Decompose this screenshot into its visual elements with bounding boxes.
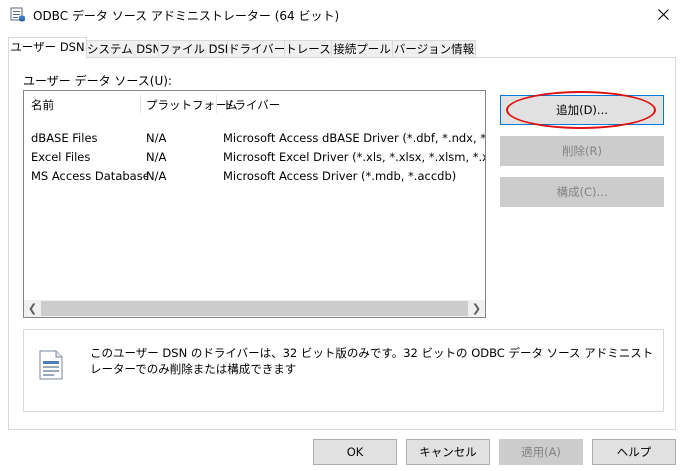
scroll-right-icon[interactable]: ❯ bbox=[468, 300, 485, 317]
database-document-icon bbox=[36, 350, 66, 383]
user-dsn-list[interactable]: 名前 プラットフォーム ドライバー dBASE Files N/A Micros… bbox=[23, 90, 486, 318]
tab-strip: ユーザー DSN システム DSN ファイル DSN ドライバー トレース 接続… bbox=[8, 37, 676, 59]
info-box: このユーザー DSN のドライバーは、32 ビット版のみです。32 ビットの O… bbox=[23, 329, 664, 412]
column-header-name[interactable]: 名前 bbox=[31, 97, 54, 113]
tab-about[interactable]: バージョン情報 bbox=[392, 40, 476, 58]
horizontal-scrollbar[interactable]: ❮ ❯ bbox=[24, 300, 485, 317]
column-header-driver[interactable]: ドライバー bbox=[223, 97, 280, 113]
user-data-sources-label: ユーザー データ ソース(U): bbox=[23, 74, 172, 88]
remove-button[interactable]: 削除(R) bbox=[500, 136, 664, 166]
column-separator[interactable] bbox=[140, 95, 141, 113]
tab-user-dsn[interactable]: ユーザー DSN bbox=[8, 37, 87, 59]
row-driver: Microsoft Access Driver (*.mdb, *.accdb) bbox=[223, 169, 457, 183]
close-button[interactable] bbox=[644, 0, 684, 30]
odbc-admin-icon bbox=[10, 6, 26, 22]
help-button[interactable]: ヘルプ bbox=[592, 439, 676, 465]
tab-system-dsn[interactable]: システム DSN bbox=[86, 40, 159, 58]
tab-connection-pooling[interactable]: 接続プール bbox=[331, 40, 393, 58]
tab-tracing[interactable]: トレース bbox=[284, 40, 332, 58]
window-title: ODBC データ ソース アドミニストレーター (64 ビット) bbox=[33, 9, 340, 23]
configure-button[interactable]: 構成(C)... bbox=[500, 177, 664, 207]
add-button[interactable]: 追加(D)... bbox=[500, 95, 664, 125]
ok-button[interactable]: OK bbox=[313, 439, 397, 465]
title-bar: ODBC データ ソース アドミニストレーター (64 ビット) bbox=[0, 0, 684, 30]
row-driver: Microsoft Excel Driver (*.xls, *.xlsx, *… bbox=[223, 150, 485, 164]
cancel-button[interactable]: キャンセル bbox=[406, 439, 490, 465]
row-platform: N/A bbox=[146, 131, 167, 145]
row-name: Excel Files bbox=[31, 150, 91, 164]
apply-button[interactable]: 適用(A) bbox=[499, 439, 583, 465]
row-name: MS Access Database bbox=[31, 169, 148, 183]
scrollbar-thumb[interactable] bbox=[41, 301, 468, 316]
row-name: dBASE Files bbox=[31, 131, 98, 145]
row-platform: N/A bbox=[146, 169, 167, 183]
column-separator[interactable] bbox=[216, 95, 217, 113]
scroll-left-icon[interactable]: ❮ bbox=[24, 300, 41, 317]
close-icon bbox=[658, 9, 669, 20]
tab-file-dsn[interactable]: ファイル DSN bbox=[158, 40, 228, 58]
info-message: このユーザー DSN のドライバーは、32 ビット版のみです。32 ビットの O… bbox=[90, 346, 654, 376]
row-driver: Microsoft Access dBASE Driver (*.dbf, *.… bbox=[223, 131, 485, 145]
tab-drivers[interactable]: ドライバー bbox=[227, 40, 285, 58]
row-platform: N/A bbox=[146, 150, 167, 164]
